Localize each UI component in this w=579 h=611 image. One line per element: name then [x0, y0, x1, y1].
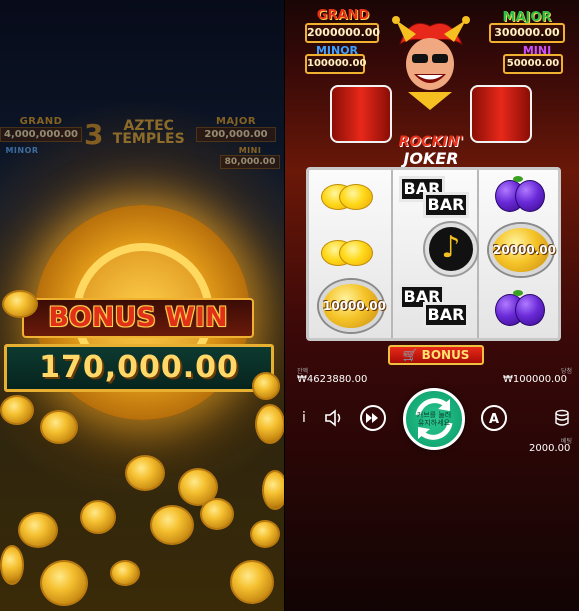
slot-reels: 10000.00 BAR BAR ♪ BAR BAR 20000.00	[306, 167, 561, 341]
gold-coin	[262, 470, 284, 510]
coin-symbol: 10000.00	[319, 280, 386, 332]
gold-coin	[40, 560, 88, 606]
sound-button[interactable]	[323, 407, 345, 429]
bet-settings-button[interactable]	[553, 409, 571, 427]
gold-coin	[125, 455, 165, 491]
gold-coin	[230, 560, 274, 604]
autoplay-icon: A	[489, 412, 499, 427]
gold-coin	[0, 545, 24, 585]
lemon-symbol	[311, 170, 391, 226]
grand-value: 4,000,000.00	[0, 127, 82, 142]
turbo-button[interactable]	[360, 405, 386, 431]
mini-jackpot-small: MINI 80,000.00	[220, 146, 280, 169]
gold-coin	[2, 290, 38, 318]
spin-hint-text: 커브를 눌러 유지하세요	[416, 411, 452, 427]
svg-text:A: A	[489, 412, 499, 427]
balance-value: ₩4623880.00	[297, 374, 368, 385]
gold-coin	[252, 372, 280, 400]
grand-label: GRAND	[316, 8, 370, 23]
music-note-icon: ♪	[425, 223, 477, 275]
gold-coin	[18, 512, 58, 548]
speaker-icon	[325, 409, 341, 427]
major-value: 200,000.00	[196, 127, 276, 142]
autoplay-button[interactable]: A	[481, 405, 507, 431]
minor-jackpot-small: MINOR	[0, 146, 44, 155]
coin-symbol: 20000.00	[489, 224, 556, 276]
plum-symbol	[481, 284, 561, 340]
bonus-button-label: BONUS	[421, 348, 470, 362]
reel-divider	[391, 170, 393, 338]
cart-icon: 🛒	[402, 348, 422, 362]
grand-jackpot-small: GRAND 4,000,000.00	[0, 116, 82, 142]
gold-coin	[250, 520, 280, 548]
bar-symbol: BAR	[423, 302, 469, 328]
lemon-symbol	[311, 226, 391, 282]
joker-character	[392, 16, 470, 110]
gold-coin	[255, 404, 284, 444]
major-value: 300000.00	[489, 23, 565, 43]
major-jackpot-small: MAJOR 200,000.00	[196, 116, 276, 142]
mini-label: MINI	[238, 146, 262, 155]
drum-right	[470, 85, 532, 143]
aztec-temples-panel: GRAND 4,000,000.00 MINOR MAJOR 200,000.0…	[0, 0, 284, 611]
minor-label: MINOR	[5, 146, 39, 155]
gold-coin	[150, 505, 194, 545]
reel-divider	[477, 170, 479, 338]
bet-value: 2000.00	[529, 443, 571, 454]
grand-label: GRAND	[19, 116, 63, 127]
info-button[interactable]: i	[299, 410, 309, 426]
major-label: MAJOR	[215, 116, 257, 127]
gold-coin	[40, 410, 78, 444]
bonus-buy-button[interactable]: 🛒 BONUS	[388, 345, 484, 365]
fast-forward-icon	[366, 413, 378, 423]
bonus-win-amount: 170,000.00	[4, 344, 274, 392]
logo-line2: JOKER	[403, 149, 459, 168]
gold-coin	[110, 560, 140, 586]
bonus-win-title: BONUS WIN	[22, 298, 254, 338]
bar-symbol: BAR	[423, 192, 469, 218]
gold-coin	[200, 498, 234, 530]
mini-value: 80,000.00	[220, 155, 280, 169]
logo-line1: ROCKIN'	[398, 134, 464, 150]
gold-coin	[0, 395, 34, 425]
plum-symbol	[481, 170, 561, 226]
win-value: ₩100000.00	[503, 374, 567, 385]
minor-value: 100000.00	[305, 54, 366, 74]
aztec-temples-logo: 3 AZTEC TEMPLES	[84, 118, 194, 151]
rockin-joker-panel: GRAND 2000000.00 MAJOR 300000.00 MINOR 1…	[285, 0, 579, 611]
logo-number: 3	[84, 118, 104, 151]
coin-stack-icon	[555, 409, 569, 426]
gold-coin	[80, 500, 116, 534]
grand-value: 2000000.00	[305, 23, 380, 43]
drum-left	[330, 85, 392, 143]
mini-value: 50000.00	[503, 54, 563, 74]
spin-button[interactable]: 커브를 눌러 유지하세요	[403, 388, 465, 450]
